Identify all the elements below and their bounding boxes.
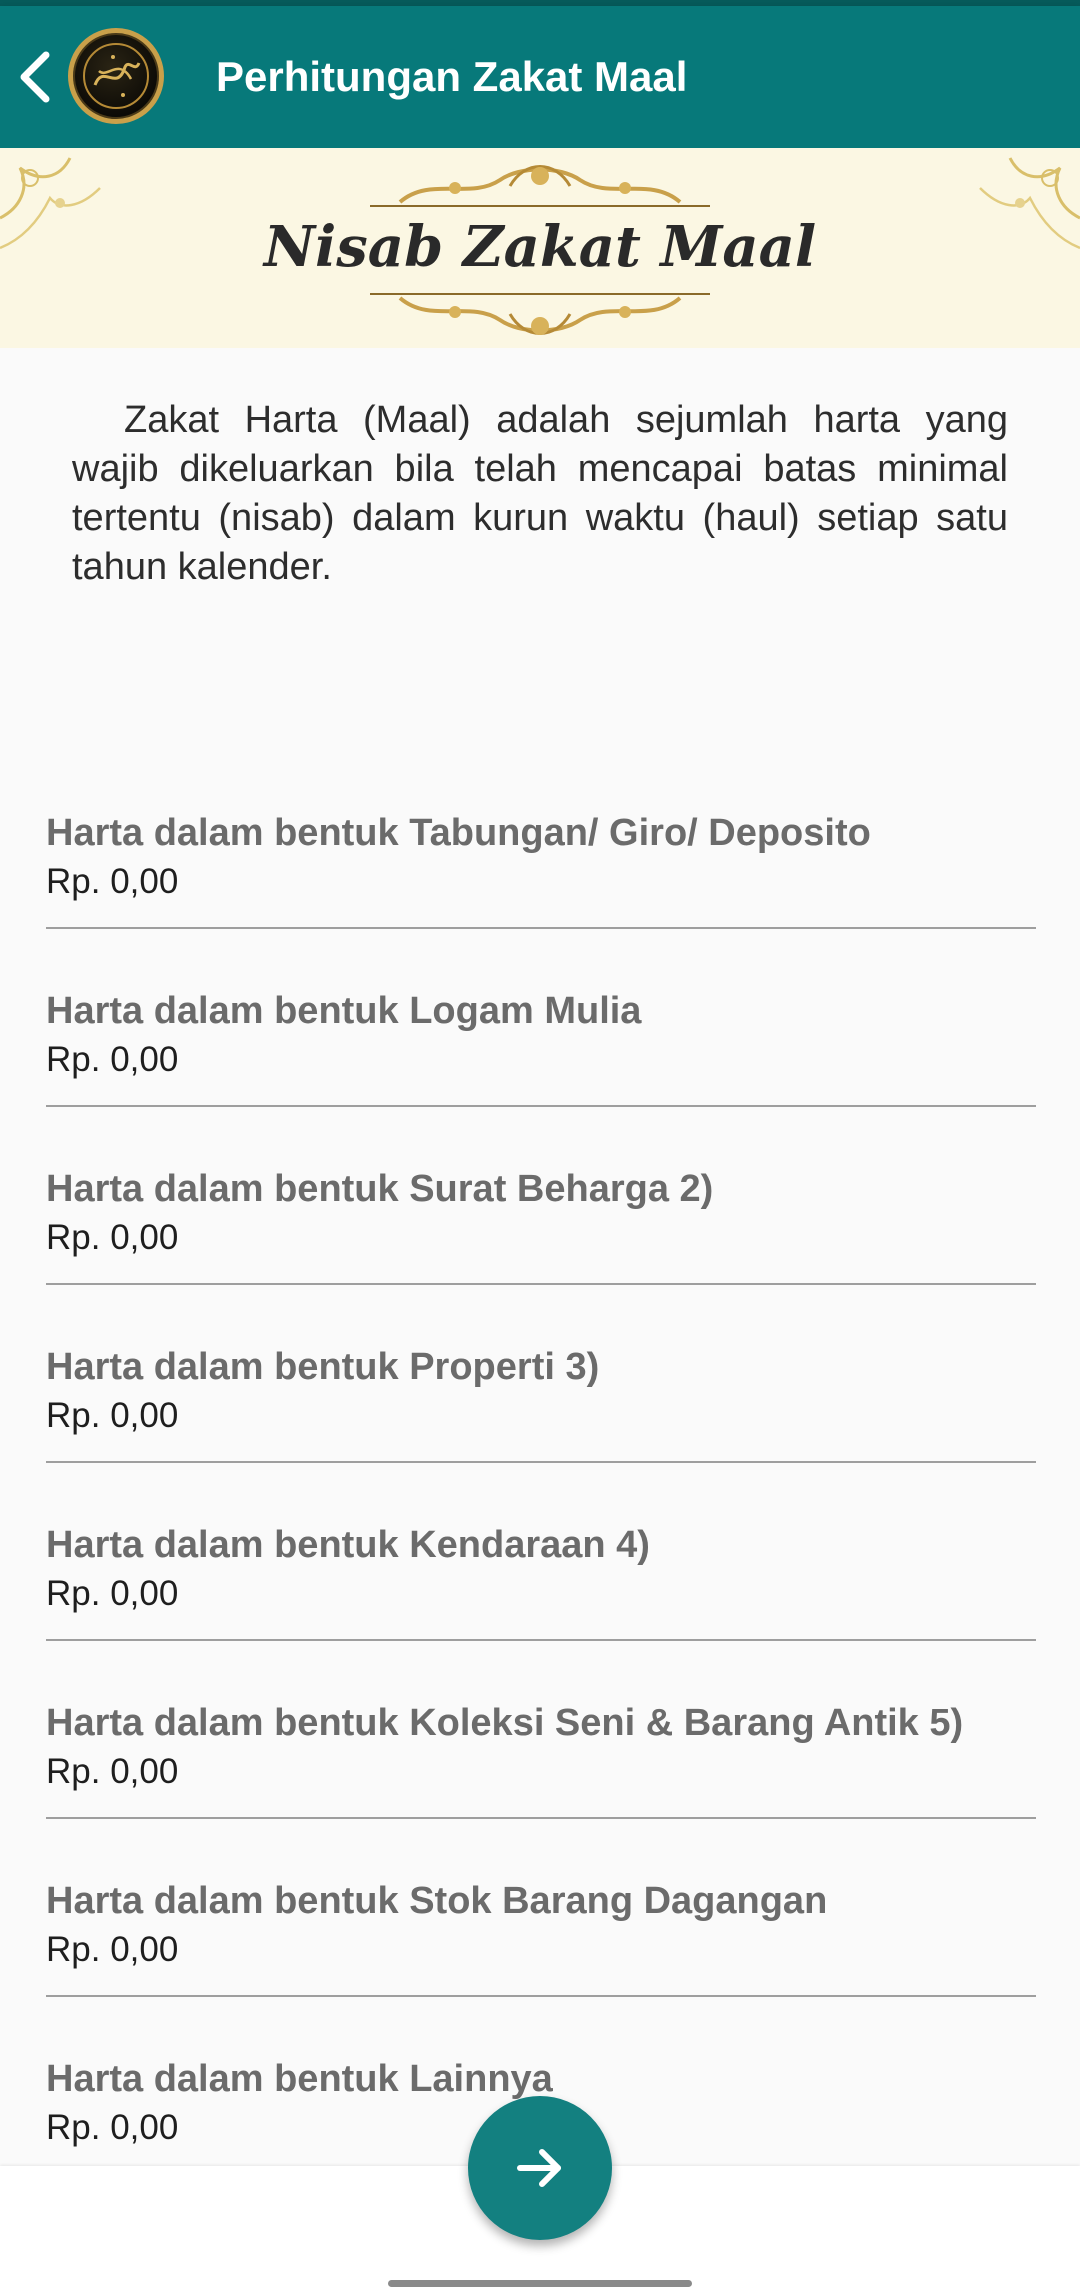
field-value[interactable]: Rp. 0,00 [46, 2108, 178, 2148]
field-surat-berharga[interactable]: Harta dalam bentuk Surat Beharga 2) Rp. … [46, 1168, 1036, 1346]
field-label: Harta dalam bentuk Lainnya [46, 2058, 553, 2100]
quran-logo-icon [68, 28, 164, 124]
field-value[interactable]: Rp. 0,00 [46, 862, 178, 902]
nisab-banner: Nisab Zakat Maal [0, 148, 1080, 348]
next-button[interactable] [468, 2096, 612, 2240]
ornament-top-icon [370, 165, 710, 207]
zakat-description: Zakat Harta (Maal) adalah sejumlah harta… [72, 399, 1008, 588]
field-label: Harta dalam bentuk Logam Mulia [46, 990, 642, 1032]
field-underline [46, 1817, 1036, 1819]
app-bar: Perhitungan Zakat Maal [0, 6, 1080, 148]
home-indicator[interactable] [388, 2280, 692, 2287]
field-value[interactable]: Rp. 0,00 [46, 1218, 178, 1258]
field-underline [46, 1461, 1036, 1463]
field-properti[interactable]: Harta dalam bentuk Properti 3) Rp. 0,00 [46, 1346, 1036, 1524]
field-value[interactable]: Rp. 0,00 [46, 1752, 178, 1792]
field-logam-mulia[interactable]: Harta dalam bentuk Logam Mulia Rp. 0,00 [46, 990, 1036, 1168]
back-arrow-icon [20, 51, 50, 103]
banner-title: Nisab Zakat Maal [263, 214, 817, 280]
field-label: Harta dalam bentuk Tabungan/ Giro/ Depos… [46, 812, 871, 854]
field-kendaraan[interactable]: Harta dalam bentuk Kendaraan 4) Rp. 0,00 [46, 1524, 1036, 1702]
field-underline [46, 1995, 1036, 1997]
field-koleksi-seni[interactable]: Harta dalam bentuk Koleksi Seni & Barang… [46, 1702, 1036, 1880]
field-label: Harta dalam bentuk Properti 3) [46, 1346, 600, 1388]
field-value[interactable]: Rp. 0,00 [46, 1574, 178, 1614]
field-value[interactable]: Rp. 0,00 [46, 1040, 178, 1080]
field-label: Harta dalam bentuk Surat Beharga 2) [46, 1168, 714, 1210]
field-label: Harta dalam bentuk Kendaraan 4) [46, 1524, 650, 1566]
field-underline [46, 1639, 1036, 1641]
field-underline [46, 1283, 1036, 1285]
back-button[interactable] [6, 42, 66, 112]
field-label: Harta dalam bentuk Koleksi Seni & Barang… [46, 1702, 964, 1744]
field-underline [46, 1105, 1036, 1107]
ornament-bottom-icon [370, 293, 710, 335]
field-stok-barang[interactable]: Harta dalam bentuk Stok Barang Dagangan … [46, 1880, 1036, 2058]
field-value[interactable]: Rp. 0,00 [46, 1396, 178, 1436]
page-title: Perhitungan Zakat Maal [216, 53, 688, 100]
field-underline [46, 927, 1036, 929]
field-value[interactable]: Rp. 0,00 [46, 1930, 178, 1970]
field-label: Harta dalam bentuk Stok Barang Dagangan [46, 1880, 828, 1922]
arrow-right-icon [517, 2149, 561, 2187]
field-tabungan[interactable]: Harta dalam bentuk Tabungan/ Giro/ Depos… [46, 812, 1036, 990]
